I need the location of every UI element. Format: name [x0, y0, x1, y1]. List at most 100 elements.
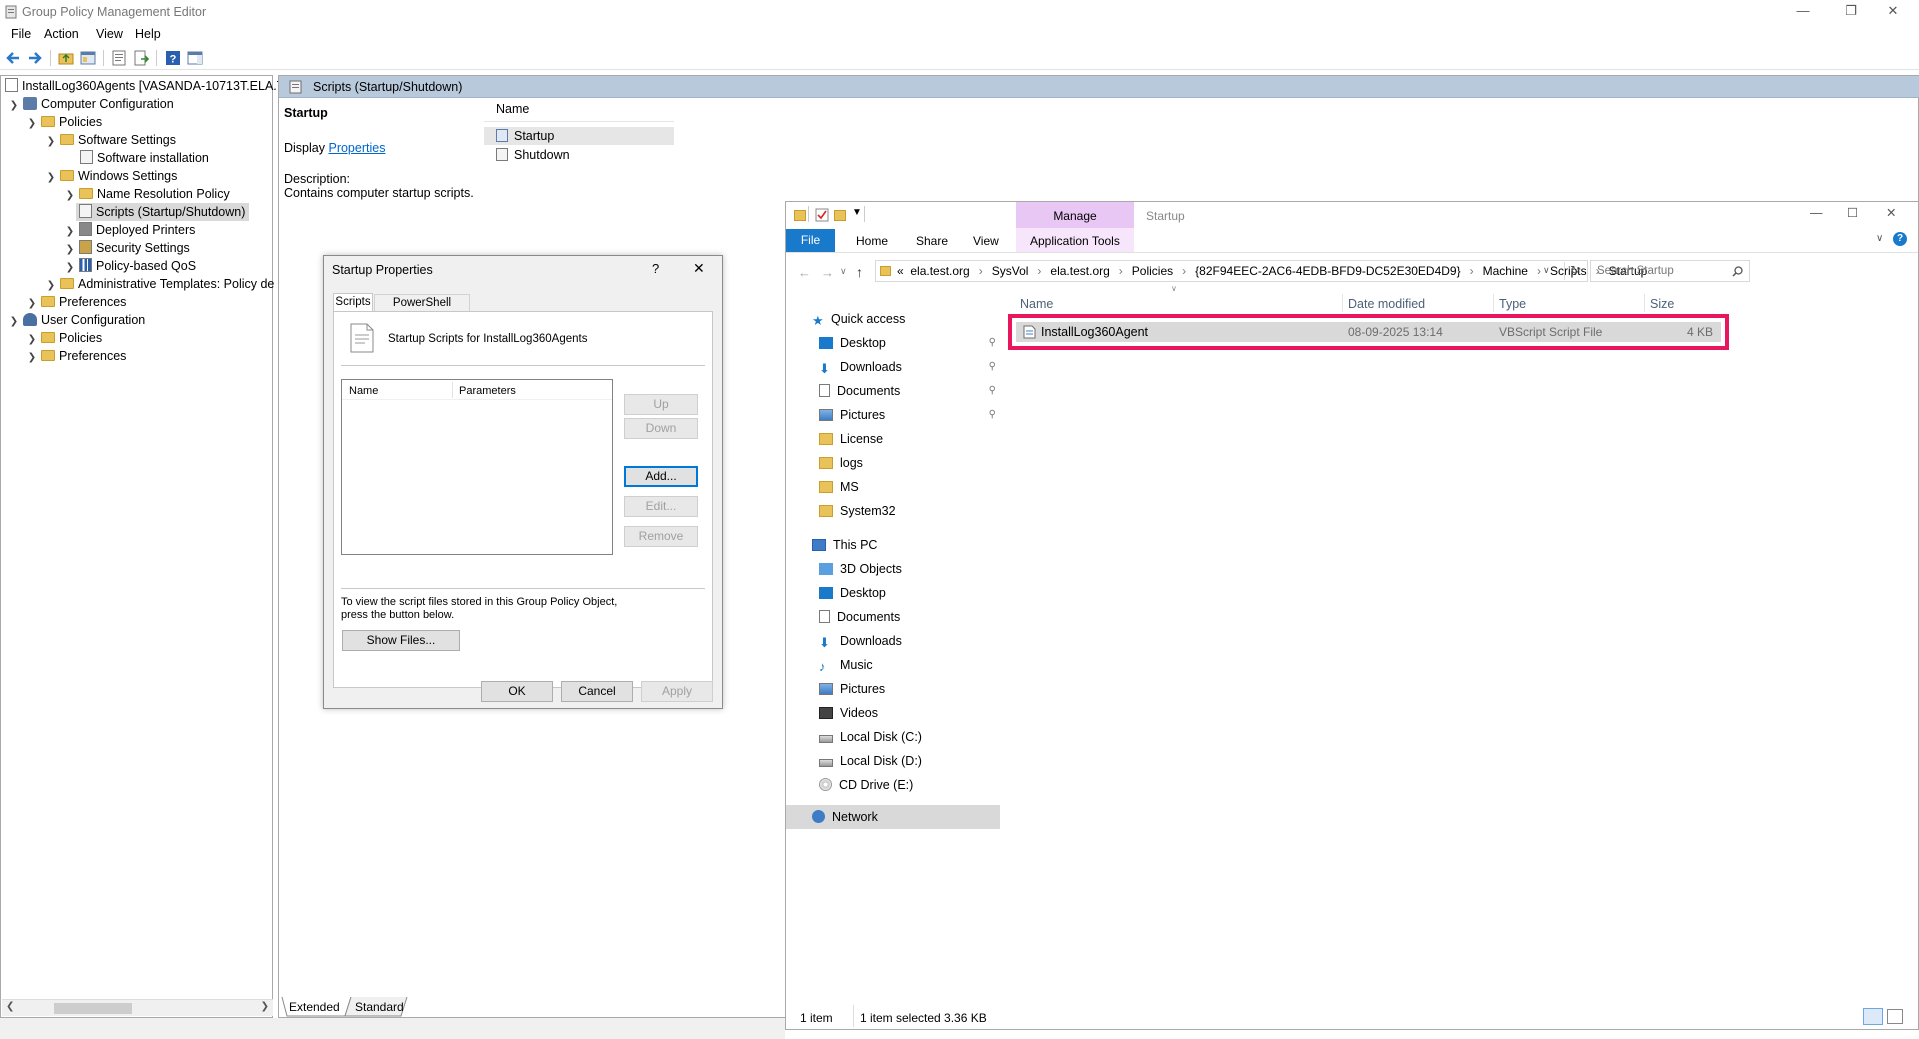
chevron-down-icon[interactable]: ❯ [8, 97, 20, 115]
help-icon[interactable]: ? [165, 50, 181, 66]
breadcrumb-item[interactable]: SysVol [992, 264, 1029, 278]
nav-local-disk-d[interactable]: Local Disk (D:) [786, 749, 1000, 773]
up-folder-icon[interactable] [58, 50, 74, 66]
breadcrumb-item[interactable]: {82F94EEC-2AC6-4EDB-BFD9-DC52E30ED4D9} [1195, 264, 1460, 278]
chevron-right-icon[interactable]: › [1461, 264, 1483, 278]
horizontal-scrollbar[interactable]: ❮ ❯ [2, 999, 273, 1016]
chevron-down-icon[interactable]: ❯ [26, 115, 38, 133]
expand-ribbon-icon[interactable]: ∨ [1876, 233, 1883, 244]
tree-item-policies-user[interactable]: ❯ Policies [26, 329, 102, 347]
show-files-button[interactable]: Show Files... [342, 630, 460, 651]
manage-tab[interactable]: Manage [1016, 202, 1134, 228]
column-size-header[interactable]: Size [1650, 297, 1674, 311]
details-view-icon[interactable] [1863, 1008, 1883, 1025]
tree-item-windows-settings[interactable]: ❯ Windows Settings [45, 167, 178, 185]
breadcrumb-overflow[interactable]: « [897, 264, 904, 278]
search-box[interactable]: Search Startup [1590, 260, 1750, 282]
nav-cd-drive[interactable]: CD Drive (E:) [786, 773, 1000, 797]
tree-item-scripts[interactable]: ❯Scripts (Startup/Shutdown) [64, 203, 250, 221]
column-type-header[interactable]: Type [1499, 297, 1526, 311]
remove-button[interactable]: Remove [624, 526, 698, 547]
forward-arrow-icon[interactable]: → [821, 265, 834, 280]
down-button[interactable]: Down [624, 418, 698, 439]
ribbon-tab-view[interactable]: View [973, 234, 999, 248]
menu-action[interactable]: Action [44, 27, 79, 41]
properties-link[interactable]: Properties [328, 141, 385, 155]
chevron-right-icon[interactable]: › [1028, 264, 1050, 278]
tab-standard[interactable]: Standard [355, 1000, 404, 1014]
tab-powershell-scripts[interactable]: PowerShell Scripts [374, 294, 470, 325]
scrollbar-thumb[interactable] [54, 1003, 132, 1014]
tree-item-user-configuration[interactable]: ❯ User Configuration [8, 311, 145, 329]
scroll-left-icon[interactable]: ❮ [6, 1001, 14, 1012]
breadcrumb-item[interactable]: Scripts [1550, 264, 1587, 278]
menu-file[interactable]: File [11, 27, 31, 41]
nav-videos[interactable]: Videos [786, 701, 1000, 725]
nav-this-pc[interactable]: This PC [786, 533, 1000, 557]
menu-view[interactable]: View [96, 27, 123, 41]
up-arrow-icon[interactable]: ↑ [856, 264, 863, 280]
ribbon-tab-application-tools[interactable]: Application Tools [1030, 234, 1120, 248]
properties-check-icon[interactable] [815, 208, 829, 222]
large-icons-view-icon[interactable] [1887, 1009, 1903, 1024]
back-arrow-icon[interactable] [5, 50, 21, 66]
customize-toolbar-icon[interactable]: ▼ [852, 207, 862, 218]
export-list-icon[interactable] [133, 50, 149, 66]
refresh-icon[interactable]: ↻ [1570, 263, 1580, 277]
back-arrow-icon[interactable]: ← [798, 265, 811, 280]
ribbon-tab-file[interactable]: File [786, 229, 835, 252]
address-bar[interactable]: « ela.test.org › SysVol › ela.test.org › Polic… [875, 260, 1647, 282]
nav-network[interactable]: Network [786, 805, 1000, 829]
new-folder-icon[interactable] [834, 210, 846, 221]
breadcrumb-item[interactable]: Machine [1483, 264, 1528, 278]
breadcrumb-item[interactable]: ela.test.org [910, 264, 969, 278]
chevron-right-icon[interactable]: › [970, 264, 992, 278]
chevron-right-icon[interactable]: › [1110, 264, 1132, 278]
minimize-button[interactable]: — [1781, 0, 1825, 24]
properties-icon[interactable] [111, 50, 127, 66]
show-action-pane-icon[interactable] [187, 50, 203, 66]
dialog-help-button[interactable]: ? [652, 261, 659, 276]
scroll-right-icon[interactable]: ❯ [261, 1001, 269, 1012]
nav-music[interactable]: ♪ Music [786, 653, 1000, 677]
search-icon[interactable] [1732, 266, 1743, 277]
tree-item-name-resolution-policy[interactable]: ❯ Name Resolution Policy [64, 185, 230, 203]
ok-button[interactable]: OK [481, 681, 553, 702]
tree-item-preferences-user[interactable]: ❯ Preferences [26, 347, 127, 367]
tree-item-security-settings[interactable]: ❯ Security Settings [64, 239, 190, 257]
list-item-shutdown[interactable]: Shutdown [484, 146, 674, 164]
scripts-list[interactable]: Name Parameters [341, 379, 613, 555]
tree-item-software-settings[interactable]: ❯ Software Settings [45, 131, 176, 149]
close-button[interactable]: ✕ [1871, 0, 1915, 24]
nav-downloads[interactable]: ⬇ Downloads ⚲ [786, 355, 1000, 379]
nav-desktop[interactable]: Desktop ⚲ [786, 331, 1000, 355]
breadcrumb-item[interactable]: Policies [1132, 264, 1173, 278]
edit-button[interactable]: Edit... [624, 496, 698, 517]
list-item-startup[interactable]: Startup [484, 127, 674, 145]
tree-item-policies[interactable]: ❯ Policies [26, 113, 102, 131]
tree-item-administrative-templates[interactable]: ❯ Administrative Templates: Policy de [45, 275, 275, 293]
dialog-close-button[interactable]: ✕ [693, 260, 705, 277]
nav-quick-access[interactable]: ★ Quick access [786, 307, 1000, 331]
column-name-header[interactable]: Name [1020, 297, 1053, 311]
nav-local-disk-c[interactable]: Local Disk (C:) [786, 725, 1000, 749]
chevron-right-icon[interactable]: ❯ [26, 349, 38, 367]
explorer-maximize-button[interactable]: ☐ [1847, 205, 1858, 220]
nav-system32[interactable]: System32 [786, 499, 1000, 523]
menu-help[interactable]: Help [135, 27, 161, 41]
chevron-right-icon[interactable]: › [1173, 264, 1195, 278]
column-date-modified-header[interactable]: Date modified [1348, 297, 1425, 311]
nav-logs[interactable]: logs [786, 451, 1000, 475]
apply-button[interactable]: Apply [641, 681, 713, 702]
tab-scripts[interactable]: Scripts [333, 293, 373, 311]
column-name[interactable]: Name [349, 385, 378, 397]
nav-3d-objects[interactable]: 3D Objects [786, 557, 1000, 581]
ribbon-tab-share[interactable]: Share [916, 234, 948, 248]
tab-extended[interactable]: Extended [289, 1000, 340, 1014]
explorer-close-button[interactable]: ✕ [1886, 205, 1896, 220]
tree-item-preferences-computer[interactable]: ❯ Preferences [26, 293, 127, 311]
address-dropdown-icon[interactable]: ∨ [1543, 265, 1550, 276]
list-column-header[interactable]: Name [484, 96, 674, 122]
nav-pc-desktop[interactable]: Desktop [786, 581, 1000, 605]
tree-item-computer-configuration[interactable]: ❯ Computer Configuration [8, 95, 174, 113]
